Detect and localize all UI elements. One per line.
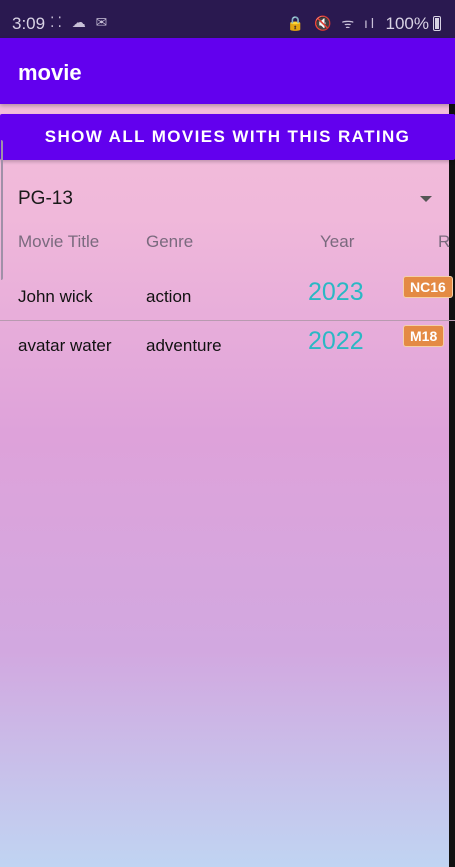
system-icons: 🔒 🔇 ᯤ ıl [286, 15, 377, 31]
header-year: Year [320, 232, 355, 251]
app-title: movie [18, 60, 82, 85]
status-bar: 3:09 ⁚⁚ ☁ ✉ 🔒 🔇 ᯤ ıl 100% [0, 0, 455, 38]
notification-icons: ⁚⁚ ☁ ✉ [50, 14, 111, 30]
header-rating: R [438, 232, 451, 251]
battery-icon [433, 16, 441, 31]
status-time: 3:09 [12, 14, 46, 33]
rating-spinner-value: PG-13 [18, 188, 73, 209]
movie-title: John wick [18, 287, 93, 306]
app-bar: movie [0, 38, 455, 104]
rating-badge: M18 [403, 325, 445, 347]
show-movies-button[interactable]: SHOW ALL MOVIES WITH THIS RATING [0, 114, 455, 160]
table-row[interactable]: avatar water adventure 2022 M18 [0, 320, 455, 368]
dropdown-arrow-icon[interactable] [420, 196, 432, 202]
movie-genre: action [146, 287, 192, 306]
movie-genre: adventure [146, 336, 222, 355]
header-movie-title: Movie Title [18, 232, 100, 251]
movie-title: avatar water [18, 336, 112, 355]
rating-spinner[interactable]: PG-13 [18, 184, 438, 214]
header-genre: Genre [146, 232, 194, 251]
table-header: Movie Title Genre Year R [0, 232, 455, 254]
table-row[interactable]: John wick action 2023 NC16 [0, 272, 455, 320]
drawer-handle[interactable] [0, 140, 3, 280]
movie-year: 2022 [308, 327, 364, 355]
battery-percent: 100% [385, 14, 429, 33]
movie-year: 2023 [308, 278, 364, 306]
rating-badge: NC16 [403, 276, 453, 298]
